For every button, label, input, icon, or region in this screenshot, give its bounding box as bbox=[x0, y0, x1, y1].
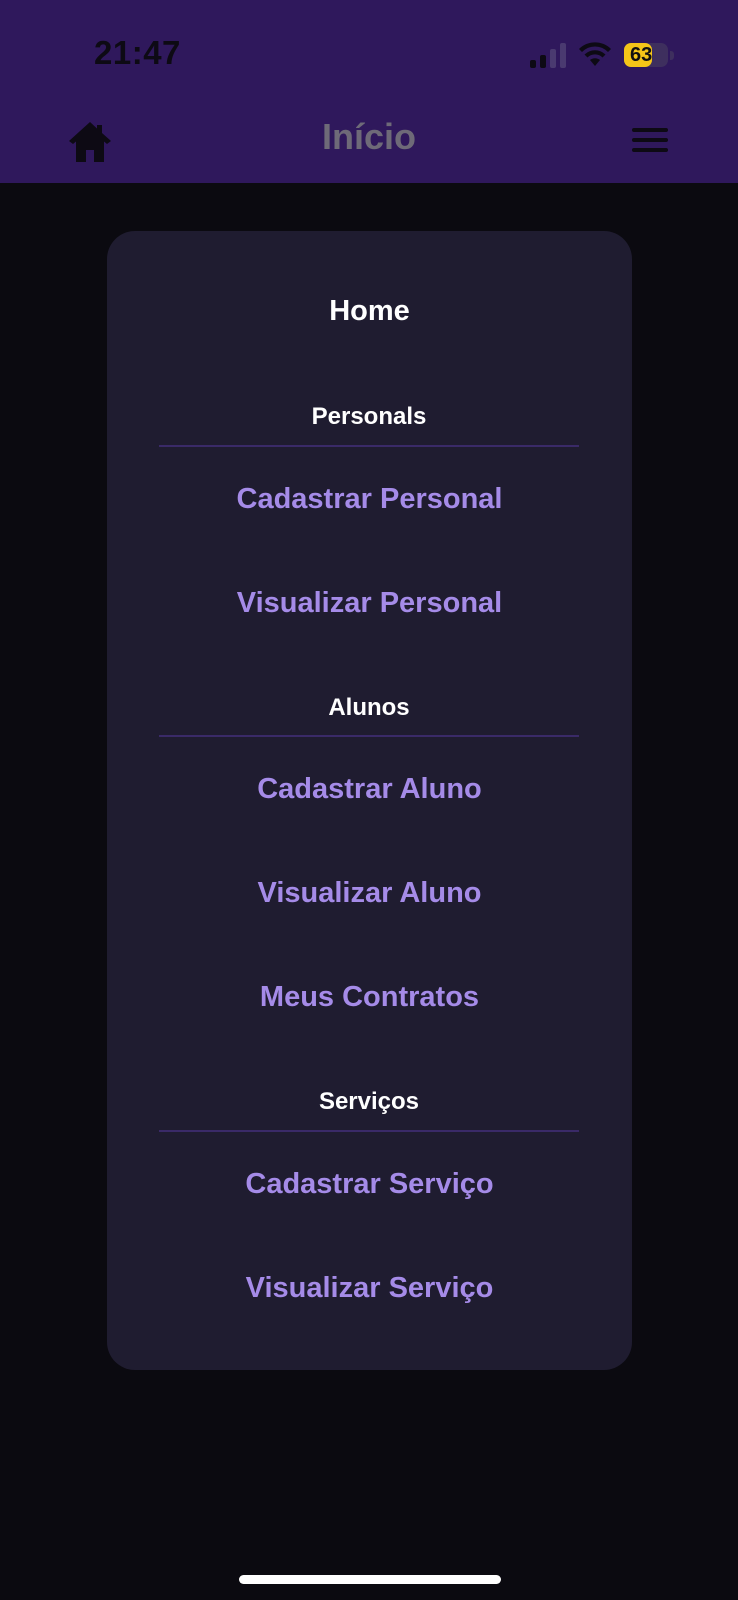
status-icons: 63 bbox=[530, 40, 674, 70]
wifi-icon bbox=[579, 42, 611, 66]
section-label-alunos: Alunos bbox=[328, 694, 410, 721]
section-divider bbox=[159, 1130, 579, 1132]
app-header: 21:47 63 Início bbox=[0, 0, 738, 183]
menu-item-visualizar-personal[interactable]: Visualizar Personal bbox=[107, 583, 632, 623]
hamburger-menu-icon[interactable] bbox=[632, 128, 668, 156]
menu-item-cadastrar-personal[interactable]: Cadastrar Personal bbox=[107, 479, 632, 519]
menu-title: Home bbox=[329, 295, 410, 327]
battery-level-text: 63 bbox=[630, 43, 653, 66]
status-time: 21:47 bbox=[94, 34, 181, 71]
menu-item-cadastrar-aluno[interactable]: Cadastrar Aluno bbox=[107, 769, 632, 809]
menu-item-meus-contratos[interactable]: Meus Contratos bbox=[107, 977, 632, 1017]
cellular-signal-icon bbox=[530, 42, 566, 68]
app-screen: 21:47 63 Início Home Personals Cadastrar… bbox=[0, 0, 738, 1600]
page-title: Início bbox=[321, 116, 416, 157]
menu-item-visualizar-aluno[interactable]: Visualizar Aluno bbox=[107, 873, 632, 913]
home-indicator[interactable] bbox=[239, 1575, 501, 1584]
section-label-servicos: Serviços bbox=[318, 1088, 420, 1115]
menu-item-visualizar-servico[interactable]: Visualizar Serviço bbox=[107, 1268, 632, 1308]
menu-item-cadastrar-servico[interactable]: Cadastrar Serviço bbox=[107, 1164, 632, 1204]
section-divider bbox=[159, 735, 579, 737]
battery-icon: 63 bbox=[624, 43, 674, 67]
section-label-personals: Personals bbox=[311, 403, 427, 430]
section-divider bbox=[159, 445, 579, 447]
